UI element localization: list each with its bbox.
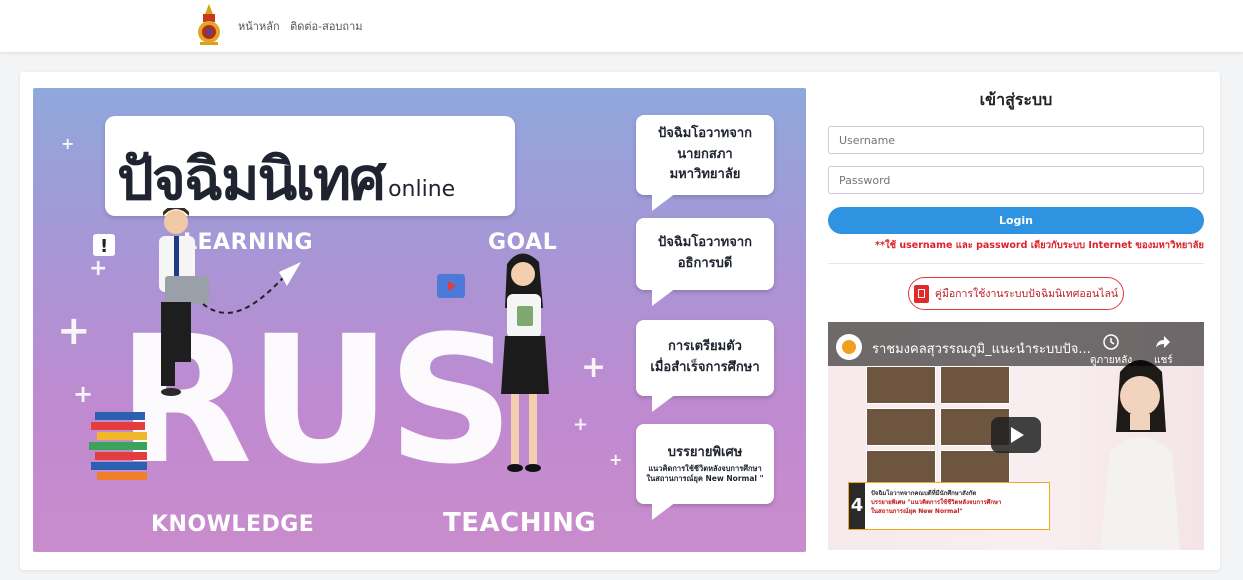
banner-bubble-chancellor: ปัจฉิมโอวาทจาก นายกสภามหาวิทยาลัย [636,115,774,211]
login-title: เข้าสู่ระบบ [979,90,1053,109]
login-button[interactable]: Login [828,207,1204,234]
bubble-line: แนวคิดการใช้ชีวิตหลังจบการศึกษา [648,463,762,473]
channel-avatar-icon[interactable] [836,334,862,360]
clock-icon [1103,334,1119,350]
share-button[interactable]: แชร์ [1154,334,1173,368]
plus-decor-icon: + [609,450,623,469]
video-thumb [940,366,1010,404]
watch-later-button[interactable]: ดูภายหลัง [1090,334,1132,368]
login-note: **ใช้ username และ password เดียวกับระบบ… [875,240,1204,251]
top-navbar: หน้าหลัก ติดต่อ-สอบถาม [0,0,1243,53]
banner-bubble-president: ปัจฉิมโอวาทจาก อธิการบดี [636,218,774,306]
video-caption-card: 4 ปัจฉิมโอวาทจากคณบดีที่มีนักศึกษาสังกัด… [848,482,1050,530]
university-logo-icon[interactable] [196,4,222,46]
caption-text: ปัจฉิมโอวาทจากคณบดีที่มีนักศึกษาสังกัด บ… [871,489,1001,516]
book-stack-illustration-icon [89,412,147,480]
bubble-line: ปัจฉิมโอวาทจาก [657,125,753,141]
pdf-icon [913,284,929,303]
password-input[interactable] [828,166,1204,194]
plus-decor-icon: + [573,414,589,435]
main-nav: หน้าหลัก ติดต่อ-สอบถาม [238,17,370,35]
bubble-line: นายกสภามหาวิทยาลัย [669,146,741,183]
caption-line: ในสถานการณ์ยุค New Normal" [871,508,963,515]
divider [828,263,1204,264]
share-label: แชร์ [1154,355,1173,366]
video-title[interactable]: ราชมงคลสุวรรณภูมิ_แนะนำระบบปัจ... [872,338,1091,359]
watch-later-label: ดูภายหลัง [1090,355,1133,366]
plus-decor-icon: + [581,350,607,385]
svg-text:!: ! [100,236,108,257]
video-thumb [866,366,936,404]
user-manual-label: คู่มือการใช้งานระบบปัจฉิมนิเทศออนไลน์ [934,288,1119,300]
bubble-line: ในสถานการณ์ยุค New Normal " [646,474,764,484]
bubble-line: การเตรียมตัว [668,339,742,355]
banner-word-knowledge: KNOWLEDGE [151,512,315,537]
user-manual-button[interactable]: คู่มือการใช้งานระบบปัจฉิมนิเทศออนไลน์ [908,277,1124,310]
video-thumb [866,408,936,446]
share-icon [1156,336,1171,348]
nav-contact-link[interactable]: ติดต่อ-สอบถาม [290,20,362,33]
nav-home-link[interactable]: หน้าหลัก [238,20,280,33]
caption-line: ปัจฉิมโอวาทจากคณบดีที่มีนักศึกษาสังกัด [871,490,977,497]
embedded-video[interactable]: ราชมงคลสุวรรณภูมิ_แนะนำระบบปัจ... ดูภายห… [828,322,1204,550]
bubble-line: ปัจฉิมโอวาทจาก [657,235,753,251]
banner-bubble-preparation: การเตรียมตัว เมื่อสำเร็จการศึกษา [636,320,774,412]
caption-number: 4 [849,483,865,529]
plus-decor-icon: + [61,134,75,153]
student-boy-illustration-icon: ! [93,208,301,396]
promo-banner: ปัจฉิมนิเทศ online RUS LEARNING GOAL KNO… [33,88,806,552]
username-input[interactable] [828,126,1204,154]
presenter-illustration-icon [1100,360,1180,550]
caption-line: บรรยายพิเศษ "แนวคิดการใช้ชีวิตหลังจบการศ… [871,499,1002,506]
video-play-decor-icon [437,274,465,298]
student-girl-illustration-icon [501,253,549,472]
bubble-line: บรรยายพิเศษ [667,445,743,461]
banner-title-suffix: online [388,177,456,202]
bubble-line: เมื่อสำเร็จการศึกษา [650,360,760,375]
banner-title: ปัจฉิมนิเทศ [117,145,386,213]
banner-word-teaching: TEACHING [443,508,597,538]
banner-bubble-special-lecture: บรรยายพิเศษ แนวคิดการใช้ชีวิตหลังจบการศึ… [636,424,774,520]
bubble-line: อธิการบดี [677,256,733,271]
banner-title-bubble: ปัจฉิมนิเทศ online [105,116,515,216]
play-button[interactable] [991,417,1041,453]
